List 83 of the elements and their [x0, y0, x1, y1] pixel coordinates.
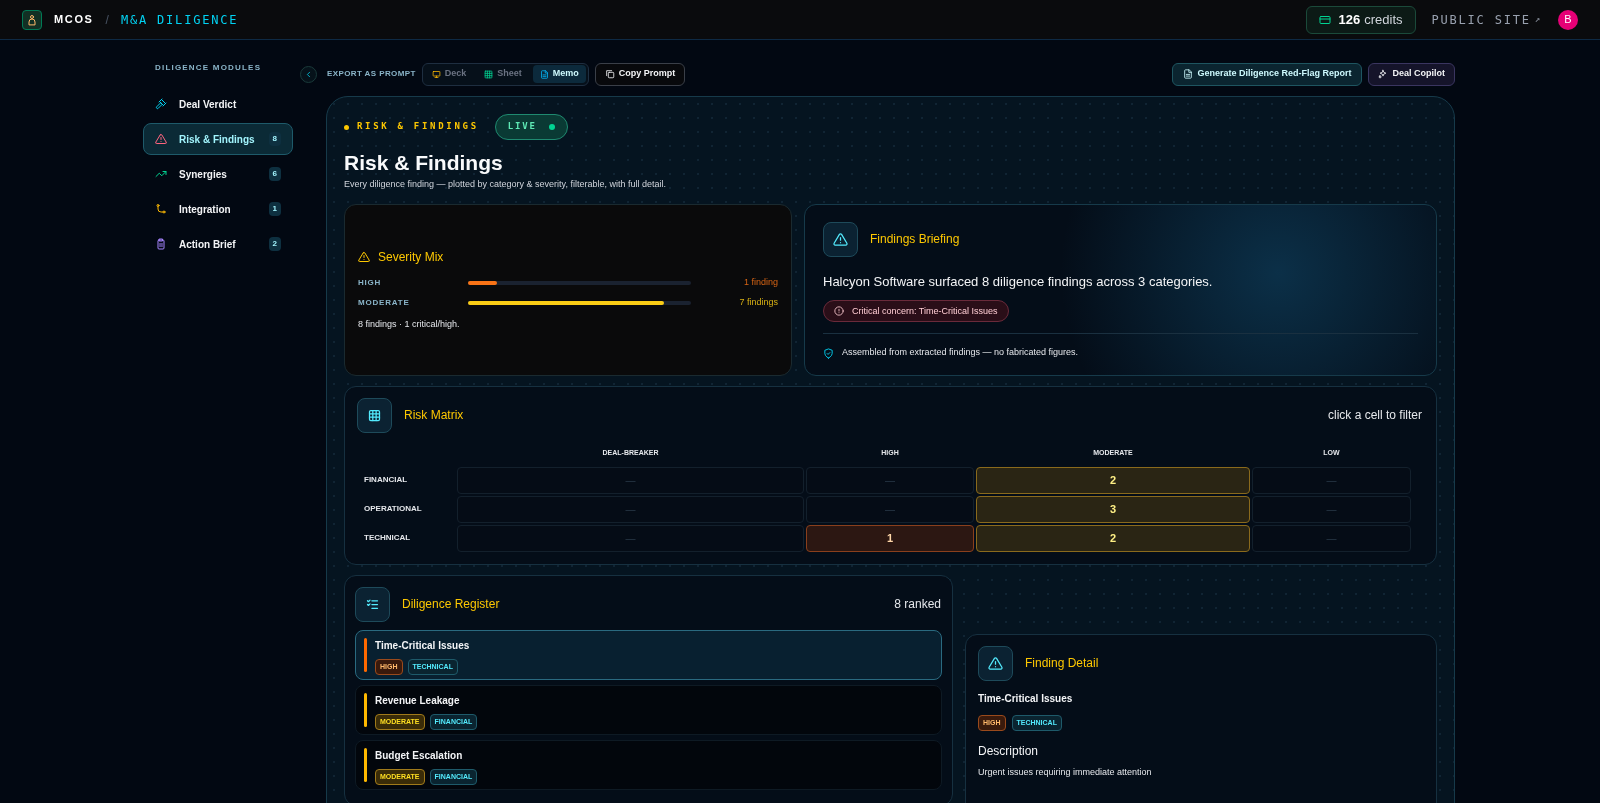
page-subtitle: Every diligence finding — plotted by category & severity, filterable, with full detail.	[344, 178, 667, 192]
briefing-text: Halcyon Software surfaced 8 diligence findings across 3 categories.	[823, 272, 1214, 291]
section-title: M&A DILIGENCE	[120, 11, 239, 29]
trend-up-icon	[155, 168, 167, 180]
live-badge: LIVE	[494, 114, 568, 140]
clipboard-icon	[155, 238, 167, 250]
export-label: EXPORT AS PROMPT	[327, 68, 416, 80]
status-dot-icon	[548, 124, 555, 130]
card-title: Finding Detail	[1025, 655, 1099, 673]
figure-icon	[26, 13, 38, 26]
warning-icon	[988, 655, 1003, 671]
credits-count: 126	[1338, 10, 1361, 29]
card-icon	[1318, 13, 1331, 26]
sidebar-item[interactable]: Integration 1	[143, 193, 293, 225]
matrix-cell[interactable]: 2	[976, 466, 1250, 494]
warning-icon	[358, 251, 370, 263]
sidebar-title: DILIGENCE MODULES	[154, 62, 263, 74]
severity-summary: 8 findings · 1 critical/high.	[358, 318, 461, 331]
credits-badge[interactable]: 126 credits	[1305, 5, 1416, 34]
table-icon	[484, 69, 494, 79]
count-badge: 2	[268, 237, 281, 251]
deal-copilot-button[interactable]: Deal Copilot	[1368, 62, 1455, 86]
card-title: Diligence Register	[402, 596, 500, 614]
gavel-icon	[155, 98, 167, 110]
chevron-left-icon	[304, 69, 313, 79]
card-title: Risk Matrix	[404, 407, 464, 425]
sidebar-item[interactable]: Action Brief 2	[143, 228, 293, 260]
alert-circle-icon	[834, 306, 844, 317]
format-tab[interactable]: Memo	[532, 65, 586, 83]
shield-check-icon	[823, 347, 834, 359]
section-eyebrow: RISK & FINDINGS	[357, 120, 479, 134]
critical-concern-badge: Critical concern: Time-Critical Issues	[823, 300, 1009, 323]
sidebar-item[interactable]: Synergies 6	[143, 158, 293, 190]
severity-bar-icon	[364, 637, 367, 672]
severity-bar-icon	[364, 692, 367, 727]
generate-report-button[interactable]: Generate Diligence Red-Flag Report	[1172, 62, 1363, 86]
row-header: TECHNICAL	[363, 532, 412, 545]
matrix-cell[interactable]: 3	[976, 495, 1250, 523]
finding-title: Time-Critical Issues	[375, 638, 470, 653]
breadcrumb-separator: /	[105, 11, 109, 29]
warning-icon	[833, 231, 848, 247]
branch-icon	[155, 203, 167, 215]
format-tab[interactable]: Deck	[424, 65, 474, 83]
row-header: OPERATIONAL	[363, 503, 423, 516]
brand-name: MCOS	[54, 12, 94, 28]
severity-count: 1 finding	[742, 276, 778, 290]
app-logo[interactable]	[22, 9, 42, 30]
public-site-link[interactable]: PUBLIC SITE ↗	[1431, 10, 1542, 29]
matrix-hint: click a cell to filter	[1327, 407, 1423, 425]
severity-count: 7 findings	[738, 296, 778, 310]
page-title: Risk & Findings	[344, 150, 504, 176]
grid-icon	[367, 407, 382, 423]
severity-label: MODERATE	[358, 297, 411, 309]
detail-finding-title: Time-Critical Issues	[978, 691, 1074, 706]
copy-icon	[604, 69, 615, 79]
row-header: FINANCIAL	[363, 474, 409, 487]
matrix-cell[interactable]: 2	[976, 524, 1250, 552]
document-icon	[1183, 69, 1194, 79]
card-title: Severity Mix	[378, 249, 444, 266]
finding-title: Budget Escalation	[375, 748, 464, 763]
format-tab[interactable]: Sheet	[477, 65, 529, 83]
count-badge: 8	[268, 132, 281, 146]
briefing-footnote: Assembled from extracted findings — no fabricated figures.	[842, 346, 1079, 360]
copy-prompt-button[interactable]: Copy Prompt	[594, 62, 686, 86]
ranked-count: 8 ranked	[894, 596, 941, 614]
dot-icon	[344, 124, 349, 130]
warning-icon	[155, 133, 167, 145]
finding-title: Revenue Leakage	[375, 693, 461, 708]
detail-description: Urgent issues requiring immediate attention	[978, 766, 1153, 780]
matrix-cell[interactable]: 1	[806, 524, 974, 552]
sidebar-item[interactable]: Risk & Findings 8	[143, 123, 293, 155]
credits-label: credits	[1364, 10, 1403, 29]
monitor-icon	[431, 69, 441, 79]
count-badge: 1	[268, 202, 281, 216]
card-title: Findings Briefing	[870, 231, 960, 249]
count-badge: 6	[268, 167, 281, 181]
sparkles-icon	[1378, 69, 1389, 79]
severity-bar-icon	[364, 747, 367, 782]
severity-label: HIGH	[358, 277, 383, 289]
detail-section-heading: Description	[978, 743, 1040, 761]
sidebar-item[interactable]: Deal Verdict	[143, 88, 293, 120]
document-icon	[539, 69, 549, 79]
user-avatar[interactable]: B	[1558, 9, 1578, 30]
